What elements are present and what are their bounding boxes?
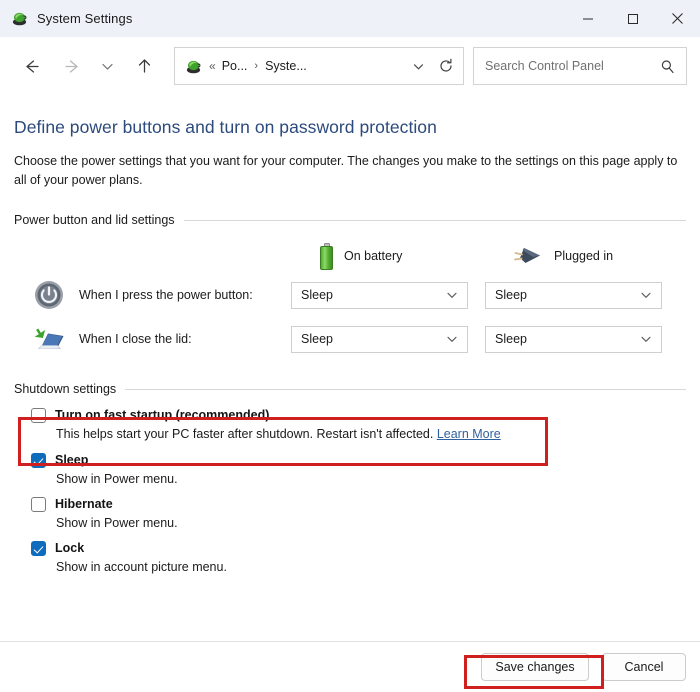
checkbox-row[interactable]: Turn on fast startup (recommended) [14, 407, 686, 423]
section-header-power: Power button and lid settings [14, 213, 686, 227]
description-text: This helps start your PC faster after sh… [56, 427, 434, 441]
search-input[interactable]: Search Control Panel [485, 59, 604, 73]
option-lock: Lock Show in account picture menu. [14, 540, 686, 576]
dropdown-value: Sleep [301, 332, 333, 346]
column-headers: On battery Plugged in [14, 239, 686, 273]
page-description: Choose the power settings that you want … [14, 154, 678, 187]
checkbox-label: Sleep [55, 453, 89, 467]
dropdown-power-button-plugged-in[interactable]: Sleep [485, 281, 662, 309]
forward-arrow-icon[interactable] [57, 51, 87, 81]
chevron-down-icon[interactable] [405, 60, 431, 73]
learn-more-link[interactable]: Learn More [437, 427, 501, 441]
chevron-down-icon[interactable] [640, 333, 652, 345]
cancel-button[interactable]: Cancel [602, 653, 686, 681]
checkbox-sleep[interactable] [31, 453, 46, 468]
back-arrow-icon[interactable] [16, 51, 46, 81]
chevron-down-icon[interactable] [640, 289, 652, 301]
breadcrumb-separator: › [254, 60, 259, 72]
option-description: Show in account picture menu. [56, 560, 227, 574]
breadcrumb-item-system-settings[interactable]: Syste... [265, 59, 307, 73]
breadcrumb-item-power-options[interactable]: Po... [222, 59, 248, 73]
checkbox-row[interactable]: Hibernate [14, 496, 686, 512]
checkbox-label: Turn on fast startup (recommended) [55, 408, 270, 422]
content-area: Define power buttons and turn on passwor… [0, 95, 700, 692]
laptop-lid-icon [32, 322, 66, 356]
checkbox-lock[interactable] [31, 541, 46, 556]
dropdown-value: Sleep [495, 288, 527, 302]
option-hibernate: Hibernate Show in Power menu. [14, 496, 686, 532]
chevron-down-icon[interactable] [446, 289, 458, 301]
power-button-icon [32, 278, 66, 312]
option-description: Show in Power menu. [56, 516, 178, 530]
window-controls [565, 0, 700, 37]
checkbox-label: Hibernate [55, 497, 113, 511]
section-label: Shutdown settings [14, 382, 117, 396]
page-title: Define power buttons and turn on passwor… [14, 117, 437, 137]
setting-label: When I press the power button: [79, 288, 253, 302]
maximize-icon[interactable] [610, 0, 655, 37]
option-fast-startup: Turn on fast startup (recommended) This … [14, 407, 686, 443]
save-changes-button[interactable]: Save changes [481, 653, 589, 681]
section-header-shutdown: Shutdown settings [14, 382, 686, 396]
checkbox-hibernate[interactable] [31, 497, 46, 512]
section-divider [125, 388, 686, 390]
dropdown-value: Sleep [301, 288, 333, 302]
column-label: Plugged in [554, 249, 614, 263]
battery-icon [320, 242, 333, 270]
setting-row-close-lid: When I close the lid: Sleep Sleep [14, 317, 686, 361]
system-settings-window: System Settings « Po... › Syste... Searc… [0, 0, 700, 692]
dropdown-power-button-on-battery[interactable]: Sleep [291, 281, 468, 309]
close-icon[interactable] [655, 0, 700, 37]
search-control-panel-box[interactable]: Search Control Panel [473, 47, 687, 85]
power-options-icon [185, 58, 202, 75]
option-sleep: Sleep Show in Power menu. [14, 452, 686, 488]
power-plug-icon [513, 245, 543, 267]
minimize-icon[interactable] [565, 0, 610, 37]
power-options-icon [11, 10, 28, 27]
column-plugged-in: Plugged in [513, 245, 613, 267]
column-on-battery: On battery [320, 242, 403, 270]
option-description: Show in Power menu. [56, 472, 178, 486]
setting-row-power-button: When I press the power button: Sleep Sle… [14, 273, 686, 317]
option-description: This helps start your PC faster after sh… [56, 426, 686, 443]
setting-label: When I close the lid: [79, 332, 192, 346]
refresh-icon[interactable] [431, 58, 461, 74]
up-arrow-icon[interactable] [129, 51, 159, 81]
dropdown-value: Sleep [495, 332, 527, 346]
breadcrumb-overflow[interactable]: « [209, 59, 216, 73]
checkbox-row[interactable]: Lock [14, 540, 686, 556]
recent-locations-icon[interactable] [97, 51, 117, 81]
footer-actions: Save changes Cancel [0, 642, 700, 692]
dropdown-close-lid-on-battery[interactable]: Sleep [291, 325, 468, 353]
column-label: On battery [344, 249, 403, 263]
section-divider [183, 219, 686, 221]
navigation-bar: « Po... › Syste... Search Control Panel [0, 37, 700, 95]
address-bar[interactable]: « Po... › Syste... [174, 47, 464, 85]
title-bar: System Settings [0, 0, 700, 37]
chevron-down-icon[interactable] [446, 333, 458, 345]
checkbox-row[interactable]: Sleep [14, 452, 686, 468]
checkbox-label: Lock [55, 541, 85, 555]
section-label: Power button and lid settings [14, 213, 175, 227]
window-title: System Settings [37, 11, 133, 26]
dropdown-close-lid-plugged-in[interactable]: Sleep [485, 325, 662, 353]
search-icon[interactable] [660, 59, 675, 74]
checkbox-fast-startup[interactable] [31, 408, 46, 423]
